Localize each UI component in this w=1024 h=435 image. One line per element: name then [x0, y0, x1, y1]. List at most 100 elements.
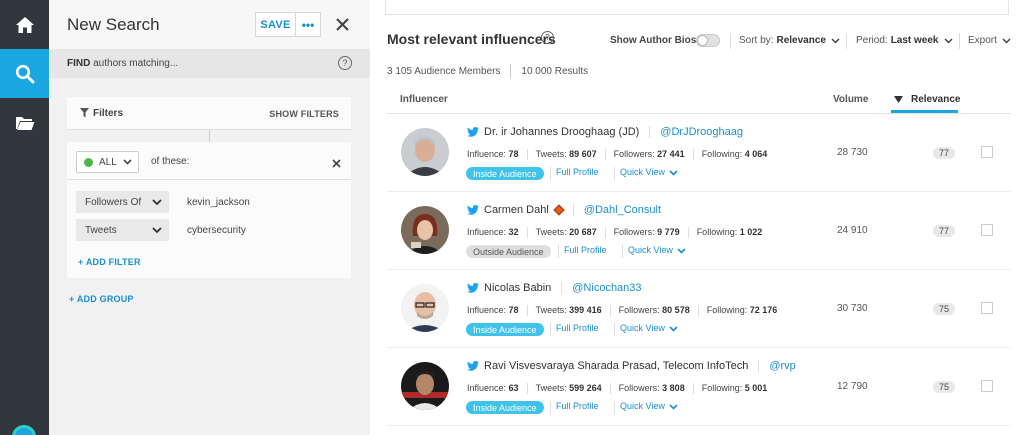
- filter-value[interactable]: kevin_jackson: [187, 197, 250, 208]
- full-profile-label: Full Profile: [556, 323, 599, 333]
- select-checkbox[interactable]: [981, 302, 993, 314]
- nav-home-button[interactable]: [0, 0, 49, 49]
- find-help-icon[interactable]: ?: [338, 56, 352, 70]
- add-filter-button[interactable]: + ADD FILTER: [78, 257, 141, 267]
- relevance-score: 77: [933, 147, 955, 159]
- quick-view-link[interactable]: Quick View: [620, 401, 678, 411]
- audience-badge: Outside Audience: [466, 245, 551, 258]
- avatar[interactable]: [401, 128, 449, 176]
- results-title: Most relevant influencers: [387, 31, 556, 47]
- influencer-row[interactable]: Nicolas Babin @Nicochan33 Influence: 78 Twe…: [387, 270, 1011, 348]
- match-mode-select[interactable]: ALL: [76, 151, 139, 173]
- find-rest: authors matching...: [90, 58, 179, 69]
- volume-value: 12 790: [837, 381, 868, 392]
- quick-view-link[interactable]: Quick View: [628, 245, 686, 255]
- sort-by-dropdown[interactable]: Sort by: Relevance: [739, 35, 840, 46]
- link-divider: [550, 401, 551, 414]
- stat-following-value: 5 001: [744, 383, 768, 393]
- remove-group-button[interactable]: [332, 155, 341, 173]
- influencer-row[interactable]: Ravi Visvesvaraya Sharada Prasad, Teleco…: [387, 348, 1011, 426]
- influencer-handle[interactable]: @DrJDrooghaag: [649, 126, 743, 138]
- stat-tweets-value: 20 687: [569, 227, 597, 237]
- filter-type-select[interactable]: Tweets: [76, 219, 169, 241]
- results-help-icon[interactable]: ?: [541, 31, 554, 44]
- stat-divider: [526, 149, 528, 160]
- period-dropdown[interactable]: Period: Last week: [856, 35, 953, 46]
- stat-following: Following: 72 176: [707, 305, 778, 316]
- influencer-name[interactable]: Nicolas Babin: [484, 282, 551, 294]
- influencer-stats: Influence: 63 Tweets: 599 264 Followers: 3…: [467, 383, 767, 394]
- column-header-relevance[interactable]: Relevance: [894, 94, 960, 105]
- link-divider: [622, 245, 623, 258]
- stat-divider: [604, 227, 606, 238]
- quick-view-label: Quick View: [620, 323, 665, 333]
- quick-view-link[interactable]: Quick View: [620, 167, 678, 177]
- select-checkbox[interactable]: [981, 224, 993, 236]
- influencer-name[interactable]: Dr. ir Johannes Drooghaag (JD): [484, 126, 639, 138]
- twitter-icon: [467, 283, 479, 293]
- add-group-button[interactable]: + ADD GROUP: [69, 294, 134, 304]
- nav-folder-button[interactable]: [0, 98, 49, 147]
- full-profile-label: Full Profile: [564, 245, 607, 255]
- stat-following: Following: 5 001: [702, 383, 768, 394]
- find-bar: FIND authors matching... ?: [49, 49, 370, 78]
- nav-search-button[interactable]: [0, 49, 49, 98]
- stat-following: Following: 1 022: [697, 227, 763, 238]
- filter-type-select[interactable]: Followers Of: [76, 191, 169, 213]
- full-profile-link[interactable]: Full Profile: [564, 245, 607, 255]
- export-dropdown[interactable]: Export: [968, 35, 1011, 46]
- chevron-down-icon: [152, 199, 162, 206]
- stat-following-value: 1 022: [739, 227, 763, 237]
- influencer-stats: Influence: 32 Tweets: 20 687 Followers: 9 …: [467, 227, 762, 238]
- influencer-name-line: Carmen Dahl @Dahl_Consult: [467, 204, 661, 216]
- twitter-icon: [467, 205, 479, 215]
- show-bios-toggle[interactable]: [696, 34, 720, 47]
- volume-value: 30 730: [837, 303, 868, 314]
- influencer-stats: Influence: 78 Tweets: 89 607 Followers: 27…: [467, 149, 767, 160]
- influencer-name[interactable]: Carmen Dahl: [484, 204, 549, 216]
- search-panel-header: New Search SAVE •••: [49, 0, 370, 49]
- link-divider: [550, 323, 551, 336]
- audience-badge: Inside Audience: [466, 323, 544, 336]
- support-chat-button[interactable]: [12, 425, 36, 435]
- full-profile-link[interactable]: Full Profile: [556, 323, 599, 333]
- column-header-volume[interactable]: Volume: [833, 94, 868, 105]
- stat-influence: Influence: 78: [467, 305, 519, 316]
- influencer-row[interactable]: Carmen Dahl @Dahl_Consult Influence: 32 Twe…: [387, 192, 1011, 270]
- influencer-row[interactable]: Dr. ir Johannes Drooghaag (JD) @DrJDroogh…: [387, 114, 1011, 192]
- more-options-button[interactable]: •••: [295, 12, 321, 37]
- counts-divider: [510, 64, 512, 78]
- stat-followers: Followers: 80 578: [619, 305, 690, 316]
- stat-divider: [609, 305, 611, 316]
- influencer-handle[interactable]: @rvp: [758, 360, 796, 372]
- filter-icon: [80, 108, 89, 118]
- avatar[interactable]: [401, 206, 449, 254]
- influencer-name[interactable]: Ravi Visvesvaraya Sharada Prasad, Teleco…: [484, 360, 748, 372]
- search-panel: New Search SAVE ••• FIND authors matchin…: [49, 0, 370, 435]
- column-header-influencer[interactable]: Influencer: [400, 94, 448, 105]
- chevron-down-icon: [677, 247, 686, 254]
- save-button[interactable]: SAVE: [255, 12, 296, 37]
- filter-value[interactable]: cybersecurity: [187, 225, 246, 236]
- avatar[interactable]: [401, 284, 449, 332]
- avatar[interactable]: [401, 362, 449, 410]
- filters-label: Filters: [93, 108, 124, 119]
- close-panel-button[interactable]: [333, 13, 351, 35]
- influencer-name-line: Ravi Visvesvaraya Sharada Prasad, Teleco…: [467, 360, 796, 372]
- chevron-down-icon: [669, 325, 678, 332]
- select-checkbox[interactable]: [981, 380, 993, 392]
- stat-tweets: Tweets: 20 687: [536, 227, 597, 238]
- influencer-handle[interactable]: @Dahl_Consult: [572, 204, 661, 216]
- full-profile-link[interactable]: Full Profile: [556, 401, 599, 411]
- select-checkbox[interactable]: [981, 146, 993, 158]
- influencer-handle[interactable]: @Nicochan33: [561, 282, 642, 294]
- quick-view-link[interactable]: Quick View: [620, 323, 678, 333]
- export-label: Export: [968, 35, 997, 46]
- influencer-name-line: Nicolas Babin @Nicochan33: [467, 282, 642, 294]
- period-value: Last week: [890, 35, 939, 46]
- show-filters-button[interactable]: SHOW FILTERS: [269, 109, 339, 119]
- folder-icon: [15, 116, 34, 130]
- stat-influence-value: 78: [508, 149, 519, 159]
- full-profile-link[interactable]: Full Profile: [556, 167, 599, 177]
- stat-influence-label: Influence:: [467, 383, 507, 393]
